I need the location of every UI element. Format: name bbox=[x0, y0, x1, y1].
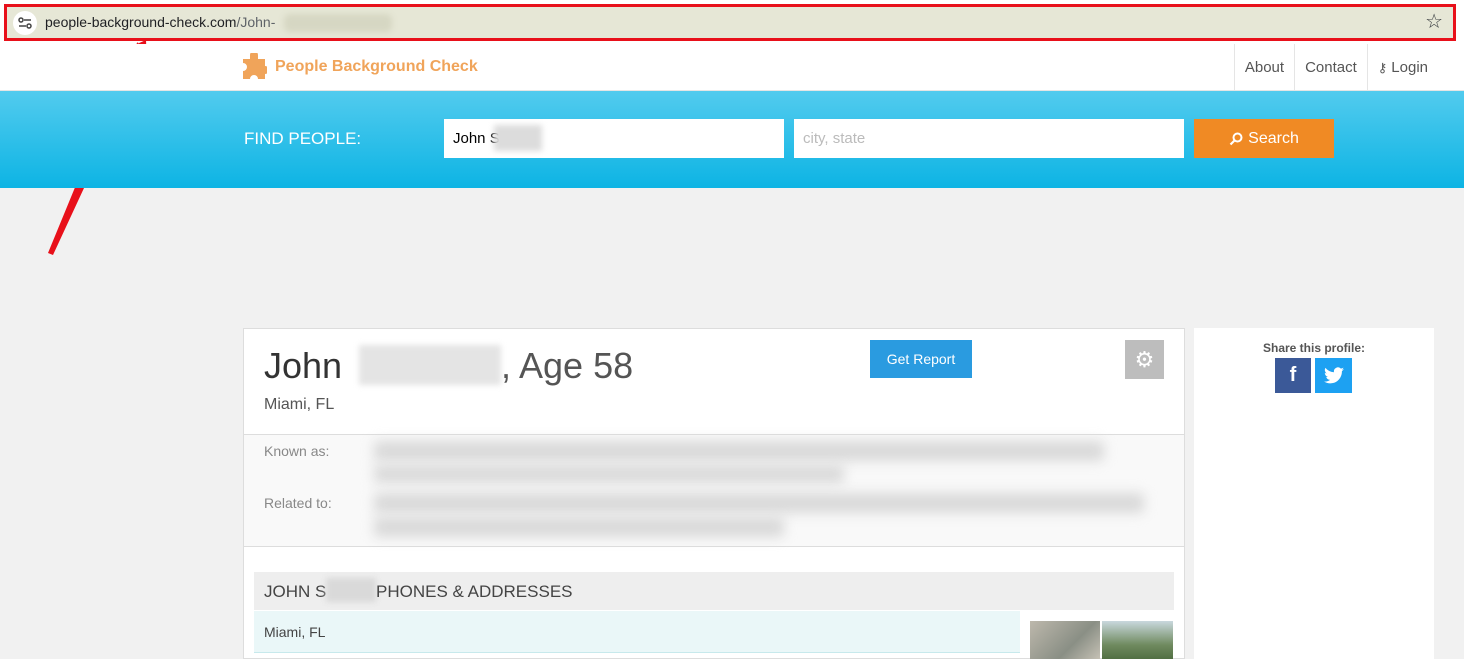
twitter-bird-icon bbox=[1323, 367, 1344, 384]
person-age: , Age 58 bbox=[501, 345, 634, 386]
facebook-share-button[interactable]: f bbox=[1275, 358, 1311, 393]
nav-about-link[interactable]: About bbox=[1233, 44, 1294, 91]
phones-addresses-header: JOHN S PHONES & ADDRESSES bbox=[254, 572, 1174, 610]
related-to-redaction-2 bbox=[374, 517, 784, 537]
url-path: /John- bbox=[236, 14, 276, 30]
nav-contact-link[interactable]: Contact bbox=[1294, 44, 1367, 91]
site-header: People Background Check About Contact ⚷ … bbox=[0, 44, 1464, 91]
related-to-label: Related to: bbox=[264, 495, 332, 511]
search-band: FIND PEOPLE: John S Search bbox=[0, 91, 1464, 188]
person-first-name: John bbox=[264, 345, 343, 386]
gear-icon: ⚙ bbox=[1134, 346, 1155, 372]
map-thumbnail[interactable] bbox=[1030, 621, 1100, 659]
site-logo[interactable]: People Background Check bbox=[241, 53, 478, 81]
nav-login-link[interactable]: ⚷ Login bbox=[1366, 44, 1438, 91]
city-state-input[interactable] bbox=[794, 119, 1184, 158]
get-report-button[interactable]: Get Report bbox=[870, 340, 972, 378]
person-location: Miami, FL bbox=[264, 396, 335, 413]
url-domain: people-background-check.com bbox=[45, 14, 237, 30]
search-button[interactable]: Search bbox=[1194, 119, 1334, 158]
search-button-label: Search bbox=[1248, 129, 1299, 147]
name-input-redaction bbox=[494, 125, 542, 151]
address-row[interactable]: Miami, FL bbox=[254, 611, 1020, 653]
site-info-icon[interactable] bbox=[13, 11, 37, 35]
aliases-relatives-box: Known as: Related to: bbox=[244, 434, 1184, 547]
find-people-label: FIND PEOPLE: bbox=[244, 129, 362, 148]
section-name-redaction bbox=[326, 578, 376, 602]
facebook-icon: f bbox=[1289, 364, 1297, 386]
share-label: Share this profile: bbox=[1262, 341, 1366, 355]
street-view-thumbnail[interactable] bbox=[1102, 621, 1173, 659]
top-nav: About Contact ⚷ Login bbox=[1233, 44, 1438, 91]
profile-card: John , Age 58 Miami, FL Get Report ⚙ Kno… bbox=[243, 328, 1185, 659]
magnifier-icon bbox=[1229, 132, 1243, 145]
settings-gear-button[interactable]: ⚙ bbox=[1125, 340, 1164, 379]
share-panel: Share this profile: f bbox=[1194, 328, 1434, 659]
twitter-share-button[interactable] bbox=[1315, 358, 1352, 393]
logo-text: People Background Check bbox=[275, 58, 478, 75]
url-text[interactable]: people-background-check.com/John- bbox=[45, 14, 275, 30]
section-title-name: JOHN S bbox=[264, 582, 327, 601]
key-icon: ⚷ bbox=[1377, 59, 1388, 75]
login-label: Login bbox=[1391, 59, 1428, 76]
url-highlight-box[interactable]: people-background-check.com/John- ☆ bbox=[4, 4, 1456, 41]
address-text: Miami, FL bbox=[264, 624, 326, 640]
known-as-redaction bbox=[374, 441, 1104, 461]
known-as-redaction-2 bbox=[374, 465, 844, 483]
url-redaction bbox=[284, 14, 392, 32]
known-as-label: Known as: bbox=[264, 443, 330, 459]
section-title-text: PHONES & ADDRESSES bbox=[376, 582, 573, 601]
last-name-redaction bbox=[359, 345, 501, 385]
bookmark-star-icon[interactable]: ☆ bbox=[1425, 9, 1443, 34]
browser-address-bar: people-background-check.com/John- ☆ bbox=[0, 0, 1464, 44]
puzzle-piece-icon bbox=[243, 53, 267, 79]
related-to-redaction bbox=[374, 493, 1144, 513]
